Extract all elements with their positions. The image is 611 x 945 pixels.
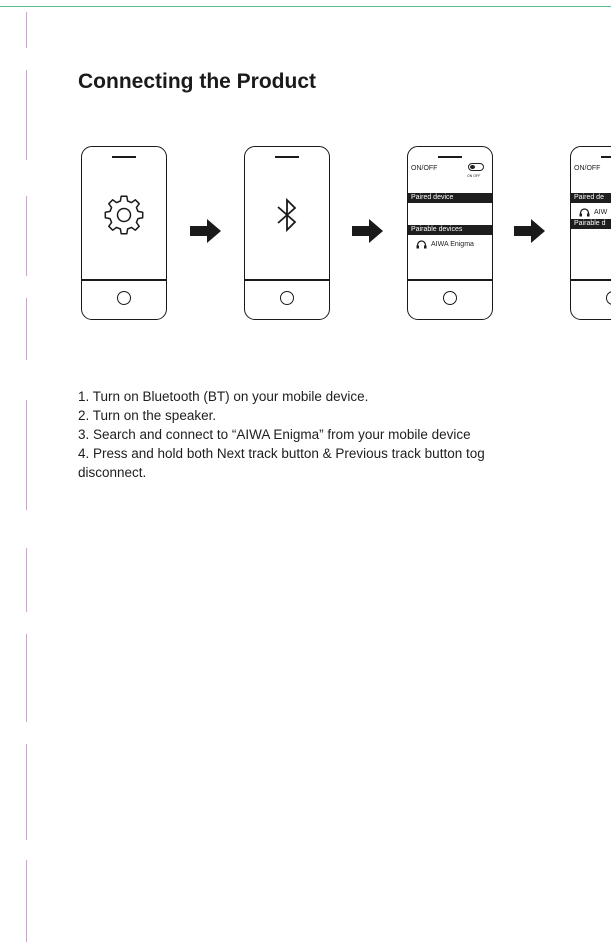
bluetooth-icon bbox=[277, 197, 297, 233]
instruction-step-2: 2. Turn on the speaker. bbox=[78, 408, 217, 423]
instruction-step-4-continued: disconnect. bbox=[78, 465, 147, 480]
phone-bluetooth-illustration bbox=[244, 146, 330, 320]
margin-mark bbox=[26, 634, 27, 722]
margin-mark bbox=[26, 298, 27, 360]
margin-mark bbox=[26, 196, 27, 276]
device-list-item: AIWA Enigma bbox=[416, 240, 474, 249]
phone-home-button bbox=[606, 291, 611, 305]
pairable-devices-header: Pairable d bbox=[571, 219, 611, 229]
phone-speaker bbox=[112, 156, 136, 158]
phone-home-button bbox=[117, 291, 131, 305]
phone-speaker bbox=[438, 156, 462, 158]
phone-home-button bbox=[280, 291, 294, 305]
margin-mark bbox=[26, 70, 27, 160]
phone-connected-illustration-clip: ON/OFF Paired de AIW Pairable d bbox=[570, 146, 611, 320]
phone-screen-edge bbox=[245, 279, 329, 281]
phone-screen-edge bbox=[571, 279, 611, 281]
arrow-right-icon bbox=[514, 219, 545, 243]
onoff-label: ON/OFF bbox=[411, 165, 438, 172]
margin-mark bbox=[26, 400, 27, 510]
phone-settings-illustration bbox=[81, 146, 167, 320]
paired-device-header: Paired device bbox=[408, 193, 492, 203]
instruction-step-4: 4. Press and hold both Next track button… bbox=[78, 446, 485, 461]
phone-speaker bbox=[601, 156, 611, 158]
margin-mark bbox=[26, 744, 27, 840]
device-list-item: AIW bbox=[579, 208, 607, 217]
phone-screen-edge bbox=[408, 279, 492, 281]
margin-mark bbox=[26, 548, 27, 612]
instructions-list: 1. Turn on Bluetooth (BT) on your mobile… bbox=[78, 387, 611, 482]
device-name: AIWA Enigma bbox=[431, 241, 474, 248]
top-divider-line bbox=[0, 6, 611, 7]
arrow-right-icon bbox=[190, 219, 221, 243]
margin-mark bbox=[26, 860, 27, 942]
pairable-devices-header: Pairable devices bbox=[408, 225, 492, 235]
phone-device-list-illustration: ON/OFF ON OFF Paired device Pairable dev… bbox=[407, 146, 493, 320]
margin-mark bbox=[26, 12, 27, 48]
phone-home-button bbox=[443, 291, 457, 305]
page-title: Connecting the Product bbox=[78, 70, 316, 93]
instruction-step-3: 3. Search and connect to “AIWA Enigma” f… bbox=[78, 427, 471, 442]
phone-speaker bbox=[275, 156, 299, 158]
instruction-step-1: 1. Turn on Bluetooth (BT) on your mobile… bbox=[78, 389, 369, 404]
toggle-text: ON OFF bbox=[467, 174, 481, 178]
onoff-label: ON/OFF bbox=[574, 165, 601, 172]
gear-icon bbox=[104, 195, 144, 235]
headphones-icon bbox=[416, 240, 427, 249]
paired-device-header: Paired de bbox=[571, 193, 611, 203]
device-name: AIW bbox=[594, 209, 608, 216]
phone-screen-edge bbox=[82, 279, 166, 281]
bluetooth-toggle bbox=[468, 163, 484, 171]
headphones-icon bbox=[579, 208, 590, 217]
arrow-right-icon bbox=[352, 219, 383, 243]
phone-connected-illustration: ON/OFF Paired de AIW Pairable d bbox=[570, 146, 611, 320]
